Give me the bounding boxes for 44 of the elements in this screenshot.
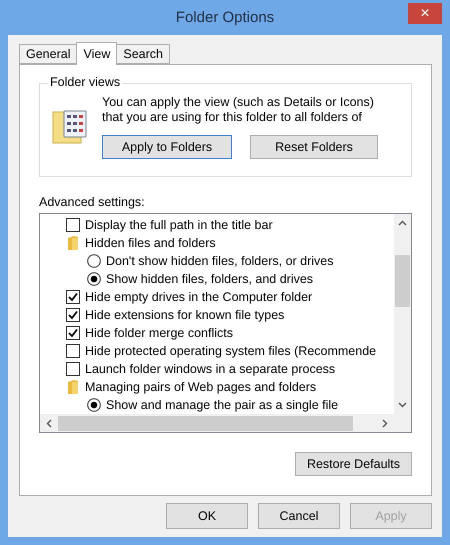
dialog-button[interactable]: Cancel <box>258 503 340 529</box>
checkbox[interactable] <box>66 218 80 232</box>
scroll-down-icon[interactable] <box>398 402 407 408</box>
tab[interactable]: Search <box>116 44 170 64</box>
horizontal-scrollbar[interactable] <box>40 414 394 432</box>
window-title: Folder Options <box>176 9 274 26</box>
apply-to-folders-button[interactable]: Apply to Folders <box>102 135 232 159</box>
scrollbar-thumb[interactable] <box>395 255 410 307</box>
folder-icon <box>68 236 78 250</box>
setting-label: Hide extensions for known file types <box>85 308 284 322</box>
tab[interactable]: View <box>76 42 118 65</box>
group-label: Folder views <box>48 75 122 89</box>
scroll-up-icon[interactable] <box>398 220 407 226</box>
dialog-button[interactable]: OK <box>166 503 248 529</box>
checkbox[interactable] <box>66 308 80 322</box>
radio-button[interactable] <box>87 398 101 412</box>
scroll-right-icon[interactable] <box>382 418 388 428</box>
setting-label: Don't show hidden files, folders, or drives <box>106 254 334 268</box>
checkbox[interactable] <box>66 362 80 376</box>
description-text: You can apply the view (such as Details or Icons) that you are using for this folder to all folders of <box>102 95 375 126</box>
folder-view-icon <box>52 108 88 144</box>
radio-button[interactable] <box>87 254 101 268</box>
vertical-scrollbar[interactable] <box>394 214 411 414</box>
setting-label: Show and manage the pair as a single file <box>106 398 338 412</box>
section-label: Advanced settings: <box>39 195 146 209</box>
setting-label: Hide protected operating system files (Recommende <box>85 344 376 358</box>
close-button[interactable]: × <box>408 3 442 24</box>
setting-group-label: Managing pairs of Web pages and folders <box>85 380 316 394</box>
scrollbar-thumb[interactable] <box>58 416 353 430</box>
folder-icon <box>68 380 78 394</box>
setting-label: Hide folder merge conflicts <box>85 326 233 340</box>
tab[interactable]: General <box>19 44 78 64</box>
setting-group-label: Hidden files and folders <box>85 236 216 250</box>
restore-defaults-button[interactable]: Restore Defaults <box>295 452 412 476</box>
radio-button[interactable] <box>87 272 101 286</box>
reset-folders-button[interactable]: Reset Folders <box>250 135 378 159</box>
checkbox[interactable] <box>66 326 80 340</box>
checkbox[interactable] <box>66 290 80 304</box>
setting-label: Show hidden files, folders, and drives <box>106 272 314 286</box>
setting-label: Hide empty drives in the Computer folder <box>85 290 312 304</box>
setting-label: Display the full path in the title bar <box>85 218 273 232</box>
scroll-left-icon[interactable] <box>46 418 52 428</box>
checkbox[interactable] <box>66 344 80 358</box>
setting-label: Launch folder windows in a separate process <box>85 362 336 376</box>
